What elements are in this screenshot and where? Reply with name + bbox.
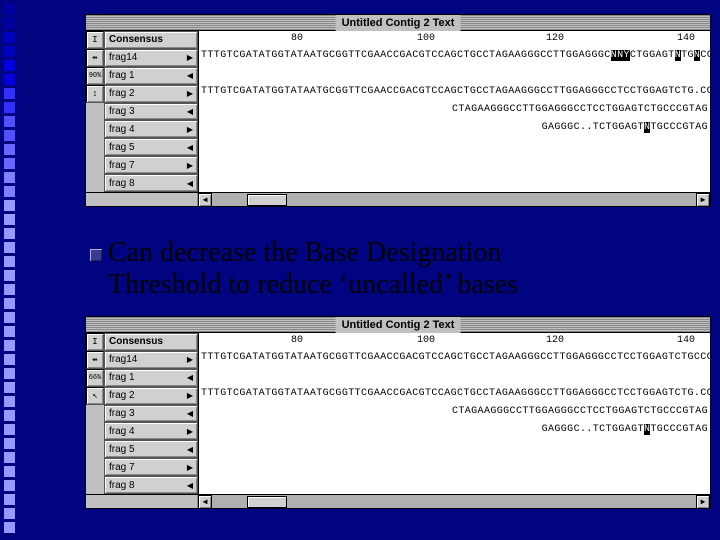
- scroll-thumb[interactable]: [247, 194, 287, 206]
- window-title: Untitled Contig 2 Text: [336, 15, 461, 31]
- direction-arrow-icon: ▶: [187, 125, 193, 134]
- direction-arrow-icon: ◀: [187, 481, 193, 490]
- frag3-sequence: GAGGGC..TCTGGAGTNTGCCCGTAG: [199, 421, 710, 439]
- direction-arrow-icon: ▶: [187, 53, 193, 62]
- frag14-sequence: [199, 65, 710, 83]
- scroll-right-icon[interactable]: ▶: [696, 495, 710, 509]
- frag1-sequence: TTTGTCGATATGGTATAATGCGGTTCGAACCGACGTCCAG…: [199, 83, 710, 101]
- frag14-sequence: [199, 367, 710, 385]
- row-label-frag14[interactable]: frag14▶: [104, 351, 198, 369]
- threshold-percent-button[interactable]: 66%: [86, 369, 104, 387]
- row-label-frag7[interactable]: frag 7▶: [104, 458, 198, 476]
- scroll-right-icon[interactable]: ▶: [696, 193, 710, 207]
- window-title: Untitled Contig 2 Text: [336, 317, 461, 333]
- split-tool-icon[interactable]: ⇹: [86, 49, 104, 67]
- frag3-sequence: GAGGGC..TCTGGAGTNTGCCCGTAG: [199, 119, 710, 137]
- row-label-consensus[interactable]: Consensus: [104, 31, 198, 49]
- row-label-frag5[interactable]: frag 5◀: [104, 138, 198, 156]
- ibeam-tool-icon[interactable]: I: [86, 31, 104, 49]
- row-label-frag5[interactable]: frag 5◀: [104, 440, 198, 458]
- direction-arrow-icon: ◀: [187, 143, 193, 152]
- contig-window-top: Untitled Contig 2 Text I ⇹ 90% ↕ Consens…: [85, 14, 711, 207]
- row-label-frag8[interactable]: frag 8◀: [104, 476, 198, 494]
- slide-caption: Can decrease the Base Designation Thresh…: [108, 237, 518, 301]
- row-label-frag8[interactable]: frag 8◀: [104, 174, 198, 192]
- contig-window-bottom: Untitled Contig 2 Text I ⇹ 66% ↖ Consens…: [85, 316, 711, 509]
- bottom-bar: ◀ ▶: [86, 494, 710, 508]
- row-label-frag3[interactable]: frag 3◀: [104, 405, 198, 423]
- direction-arrow-icon: ◀: [187, 445, 193, 454]
- direction-arrow-icon: ▶: [187, 427, 193, 436]
- horizontal-scrollbar[interactable]: ◀ ▶: [198, 495, 710, 508]
- horizontal-scrollbar[interactable]: ◀ ▶: [198, 193, 710, 206]
- row-label-frag4[interactable]: frag 4▶: [104, 120, 198, 138]
- direction-arrow-icon: ▶: [187, 391, 193, 400]
- row-label-frag4[interactable]: frag 4▶: [104, 422, 198, 440]
- direction-arrow-icon: ▶: [187, 161, 193, 170]
- row-label-frag2[interactable]: frag 2▶: [104, 85, 198, 103]
- frag2-sequence: CTAGAAGGGCCTTGGAGGGCCTCCTGGAGTCTGCCCGTAG: [199, 403, 710, 421]
- frag2-sequence: CTAGAAGGGCCTTGGAGGGCCTCCTGGAGTCTGCCCGTAG: [199, 101, 710, 119]
- row-label-frag2[interactable]: frag 2▶: [104, 387, 198, 405]
- direction-arrow-icon: ▶: [187, 463, 193, 472]
- titlebar[interactable]: Untitled Contig 2 Text: [86, 317, 710, 333]
- updown-tool-icon[interactable]: ↕: [86, 85, 104, 103]
- scroll-left-icon[interactable]: ◀: [198, 193, 212, 207]
- consensus-sequence: TTTGTCGATATGGTATAATGCGGTTCGAACCGACGTCCAG…: [199, 47, 710, 65]
- sequence-area[interactable]: 80 100 120 140 TTTGTCGATATGGTATAATGCGGTT…: [198, 31, 710, 192]
- row-label-frag3[interactable]: frag 3◀: [104, 103, 198, 121]
- scroll-left-icon[interactable]: ◀: [198, 495, 212, 509]
- sequence-area[interactable]: 80 100 120 140 TTTGTCGATATGGTATAATGCGGTT…: [198, 333, 710, 494]
- direction-arrow-icon: ▶: [187, 355, 193, 364]
- direction-arrow-icon: ▶: [187, 89, 193, 98]
- titlebar[interactable]: Untitled Contig 2 Text: [86, 15, 710, 31]
- row-label-frag14[interactable]: frag14▶: [104, 49, 198, 67]
- row-label-consensus[interactable]: Consensus: [104, 333, 198, 351]
- bottom-bar: ◀ ▶: [86, 192, 710, 206]
- frag1-sequence: TTTGTCGATATGGTATAATGCGGTTCGAACCGACGTCCAG…: [199, 385, 710, 403]
- slide-decoration: [4, 4, 15, 533]
- row-label-frag7[interactable]: frag 7▶: [104, 156, 198, 174]
- cursor-tool-icon[interactable]: ↖: [86, 387, 104, 405]
- direction-arrow-icon: ◀: [187, 71, 193, 80]
- threshold-percent-button[interactable]: 90%: [86, 67, 104, 85]
- direction-arrow-icon: ◀: [187, 409, 193, 418]
- direction-arrow-icon: ◀: [187, 373, 193, 382]
- bullet-icon: [90, 249, 102, 261]
- direction-arrow-icon: ◀: [187, 179, 193, 188]
- row-label-frag1[interactable]: frag 1◀: [104, 369, 198, 387]
- ibeam-tool-icon[interactable]: I: [86, 333, 104, 351]
- consensus-sequence: TTTGTCGATATGGTATAATGCGGTTCGAACCGACGTCCAG…: [199, 349, 710, 367]
- split-tool-icon[interactable]: ⇹: [86, 351, 104, 369]
- direction-arrow-icon: ◀: [187, 107, 193, 116]
- row-label-frag1[interactable]: frag 1◀: [104, 67, 198, 85]
- scroll-thumb[interactable]: [247, 496, 287, 508]
